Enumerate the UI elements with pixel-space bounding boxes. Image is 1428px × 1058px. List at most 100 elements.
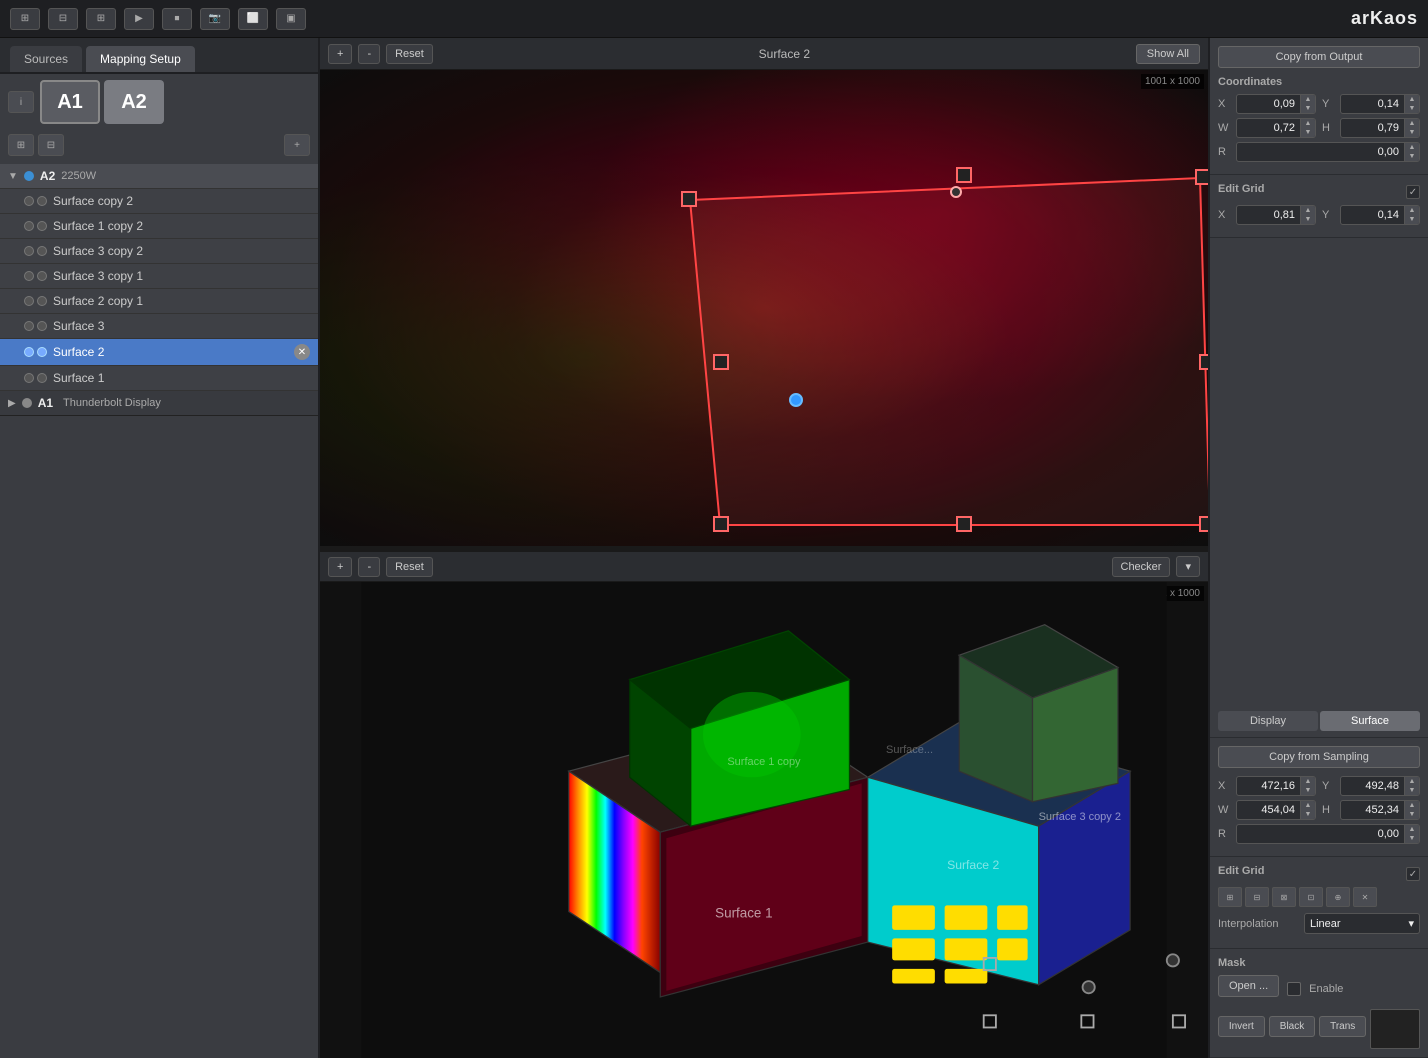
mask-invert-button[interactable]: Invert xyxy=(1218,1016,1265,1037)
copy-from-sampling-section: Copy from Sampling X 472,16 ▲ ▼ Y 492,48… xyxy=(1210,738,1428,857)
bottom-coord-y-field[interactable]: 492,48 ▲ ▼ xyxy=(1340,776,1420,796)
dot2 xyxy=(37,246,47,256)
editgrid-y-field[interactable]: 0,14 ▲ ▼ xyxy=(1340,205,1420,225)
solo-icon[interactable]: i xyxy=(8,91,34,113)
top-minus-button[interactable]: - xyxy=(358,44,380,64)
grid-icon-delete[interactable]: ✕ xyxy=(1353,887,1377,907)
coord-y-down[interactable]: ▼ xyxy=(1405,104,1419,113)
preview-tab-a1[interactable]: A1 xyxy=(40,80,100,124)
coord-r-down[interactable]: ▼ xyxy=(1405,152,1419,161)
grid-icon-align3[interactable]: ⊠ xyxy=(1272,887,1296,907)
tree-item-surface1[interactable]: Surface 1 xyxy=(0,366,318,391)
tree-group-a1[interactable]: ▶ A1 Thunderbolt Display xyxy=(0,391,318,416)
mask-open-button[interactable]: Open ... xyxy=(1218,975,1279,997)
tab-display[interactable]: Display xyxy=(1218,711,1318,731)
coord-x-down[interactable]: ▼ xyxy=(1301,104,1315,113)
toolbar-icon-5[interactable]: ⏹ xyxy=(162,8,192,30)
bottom-coord-y-up[interactable]: ▲ xyxy=(1405,777,1419,786)
bottom-coord-h-down[interactable]: ▼ xyxy=(1405,810,1419,819)
editgrid-x-field[interactable]: 0,81 ▲ ▼ xyxy=(1236,205,1316,225)
close-surface2-button[interactable]: ✕ xyxy=(294,344,310,360)
bottom-reset-button[interactable]: Reset xyxy=(386,557,433,577)
toolbar-icon-3[interactable]: ⊞ xyxy=(86,8,116,30)
grid-icon-align1[interactable]: ⊞ xyxy=(1218,887,1242,907)
tree-group-a2[interactable]: ▼ A2 2250W xyxy=(0,164,318,189)
editgrid-y-up[interactable]: ▲ xyxy=(1405,206,1419,215)
copy-from-output-button[interactable]: Copy from Output xyxy=(1218,46,1420,68)
bottom-coord-h-up[interactable]: ▲ xyxy=(1405,801,1419,810)
tree-item-surface2-copy1[interactable]: Surface 2 copy 1 xyxy=(0,289,318,314)
coord-x-field[interactable]: 0,09 ▲ ▼ xyxy=(1236,94,1316,114)
editgrid-x-down[interactable]: ▼ xyxy=(1301,215,1315,224)
coord-h-down[interactable]: ▼ xyxy=(1405,128,1419,137)
tab-sources[interactable]: Sources xyxy=(10,46,82,72)
checker-button[interactable]: Checker xyxy=(1112,557,1171,577)
edit-grid-top-checkbox[interactable]: ✓ xyxy=(1406,185,1420,199)
coord-r-up[interactable]: ▲ xyxy=(1405,143,1419,152)
tree-item-surface-copy2-2[interactable]: Surface copy 2 xyxy=(0,189,318,214)
tree-item-surface2[interactable]: Surface 2 ✕ xyxy=(0,339,318,366)
grid-icon-2[interactable]: ⊟ xyxy=(38,134,64,156)
bottom-minus-button[interactable]: - xyxy=(358,557,380,577)
mask-black-button[interactable]: Black xyxy=(1269,1016,1316,1037)
bottom-coord-x-up[interactable]: ▲ xyxy=(1301,777,1315,786)
coord-x-up[interactable]: ▲ xyxy=(1301,95,1315,104)
toolbar-icon-7[interactable]: ⬜ xyxy=(238,8,268,30)
bottom-coord-w-down[interactable]: ▼ xyxy=(1301,810,1315,819)
edit-grid-bottom-checkbox[interactable]: ✓ xyxy=(1406,867,1420,881)
top-canvas[interactable]: 1001 x 1000 xyxy=(320,70,1208,546)
toolbar-icon-1[interactable]: ⊞ xyxy=(10,8,40,30)
bottom-coord-w-field[interactable]: 454,04 ▲ ▼ xyxy=(1236,800,1316,820)
coord-y-field[interactable]: 0,14 ▲ ▼ xyxy=(1340,94,1420,114)
bottom-coord-y-down[interactable]: ▼ xyxy=(1405,786,1419,795)
top-reset-button[interactable]: Reset xyxy=(386,44,433,64)
bottom-coord-x-down[interactable]: ▼ xyxy=(1301,786,1315,795)
bottom-coord-r-down[interactable]: ▼ xyxy=(1405,834,1419,843)
checker-dropdown-button[interactable]: ▾ xyxy=(1176,556,1200,577)
coord-h-up[interactable]: ▲ xyxy=(1405,119,1419,128)
coord-y-up[interactable]: ▲ xyxy=(1405,95,1419,104)
grid-icon-align4[interactable]: ⊡ xyxy=(1299,887,1323,907)
toolbar-icon-8[interactable]: ▣ xyxy=(276,8,306,30)
bottom-coord-h-field[interactable]: 452,34 ▲ ▼ xyxy=(1340,800,1420,820)
show-all-button[interactable]: Show All xyxy=(1136,44,1200,64)
bottom-add-button[interactable]: + xyxy=(328,557,352,577)
coord-w-down[interactable]: ▼ xyxy=(1301,128,1315,137)
toolbar-icon-6[interactable]: 📷 xyxy=(200,8,230,30)
mask-enable-checkbox[interactable] xyxy=(1287,982,1301,996)
bottom-coord-r-field[interactable]: 0,00 ▲ ▼ xyxy=(1236,824,1420,844)
bottom-coord-x-field[interactable]: 472,16 ▲ ▼ xyxy=(1236,776,1316,796)
editgrid-x-up[interactable]: ▲ xyxy=(1301,206,1315,215)
copy-from-sampling-button[interactable]: Copy from Sampling xyxy=(1218,746,1420,768)
tree-item-surface3-copy2[interactable]: Surface 3 copy 2 xyxy=(0,239,318,264)
grid-icon-align5[interactable]: ⊕ xyxy=(1326,887,1350,907)
tab-surface[interactable]: Surface xyxy=(1320,711,1420,731)
tab-mapping[interactable]: Mapping Setup xyxy=(86,46,195,72)
cube-scene: Surface 1 Surface 2 Surface 3 copy 2 Sur… xyxy=(320,582,1208,1058)
preview-tab-a2[interactable]: A2 xyxy=(104,80,164,124)
bottom-canvas[interactable]: 1001 x 1000 xyxy=(320,582,1208,1058)
grid-icon-1[interactable]: ⊞ xyxy=(8,134,34,156)
bottom-coord-r-up[interactable]: ▲ xyxy=(1405,825,1419,834)
coord-w-field[interactable]: 0,72 ▲ ▼ xyxy=(1236,118,1316,138)
coord-w-up[interactable]: ▲ xyxy=(1301,119,1315,128)
mask-trans-button[interactable]: Trans xyxy=(1319,1016,1366,1037)
add-surface-icon[interactable]: + xyxy=(284,134,310,156)
toolbar-icon-2[interactable]: ⊟ xyxy=(48,8,78,30)
editgrid-y-down[interactable]: ▼ xyxy=(1405,215,1419,224)
toolbar-icon-4[interactable]: ▶ xyxy=(124,8,154,30)
grid-icon-align2[interactable]: ⊟ xyxy=(1245,887,1269,907)
interpolation-select[interactable]: Linear ▾ xyxy=(1304,913,1420,934)
coordinates-title: Coordinates xyxy=(1218,76,1420,88)
tree-item-surface3-copy1[interactable]: Surface 3 copy 1 xyxy=(0,264,318,289)
edit-grid-top-row: Edit Grid ✓ xyxy=(1218,183,1420,201)
tree-item-surface3[interactable]: Surface 3 xyxy=(0,314,318,339)
top-add-button[interactable]: + xyxy=(328,44,352,64)
dot-pair xyxy=(24,271,47,281)
bottom-coord-w-up[interactable]: ▲ xyxy=(1301,801,1315,810)
dot1 xyxy=(24,196,34,206)
bottom-coord-y-label: Y xyxy=(1322,780,1334,792)
tree-item-surface1-copy2[interactable]: Surface 1 copy 2 xyxy=(0,214,318,239)
coord-h-field[interactable]: 0,79 ▲ ▼ xyxy=(1340,118,1420,138)
coord-r-field[interactable]: 0,00 ▲ ▼ xyxy=(1236,142,1420,162)
